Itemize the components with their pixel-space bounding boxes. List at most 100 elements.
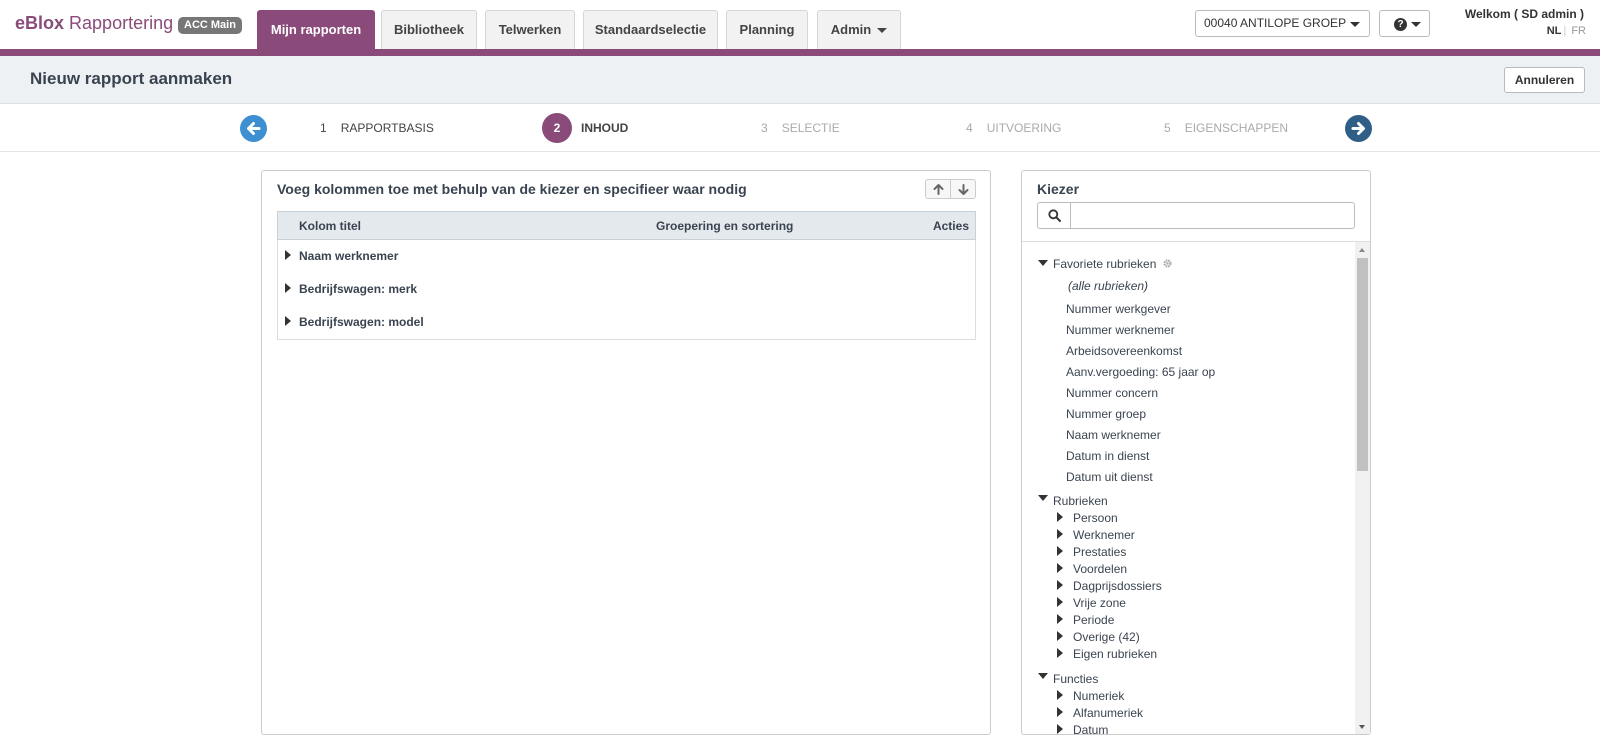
- kiezer-search: [1037, 202, 1355, 229]
- caret-down-icon[interactable]: [1038, 495, 1048, 501]
- caret-down-icon[interactable]: [1038, 673, 1048, 679]
- tab-label: Admin: [830, 22, 872, 37]
- table-row[interactable]: Bedrijfswagen: merk: [278, 273, 977, 306]
- step-label: SELECTIE: [781, 121, 840, 135]
- tab-mijn-rapporten[interactable]: Mijn rapporten: [257, 10, 375, 49]
- step-number: 5: [1164, 121, 1171, 135]
- company-select[interactable]: 00040 ANTILOPE GROEP: [1195, 10, 1370, 37]
- tree-item[interactable]: Persoon: [1073, 511, 1118, 525]
- tree-group-favorites[interactable]: Favoriete rubrieken: [1053, 257, 1173, 271]
- step-label: INHOUD: [581, 121, 629, 135]
- scroll-thumb[interactable]: [1357, 258, 1368, 471]
- table-row[interactable]: Naam werknemer: [278, 240, 977, 273]
- tab-label: Standaardselectie: [594, 22, 707, 37]
- lang-nl[interactable]: NL: [1547, 25, 1562, 37]
- tree-group-functies[interactable]: Functies: [1053, 672, 1098, 686]
- header-acties: Acties: [932, 219, 969, 233]
- page-title: Nieuw rapport aanmaken: [30, 69, 233, 88]
- tree-item[interactable]: Voordelen: [1073, 562, 1127, 576]
- step-2: INHOUD: [581, 121, 628, 135]
- language-switcher: NL | FR: [1547, 25, 1586, 37]
- help-button[interactable]: ?: [1379, 10, 1430, 37]
- caret-right-icon[interactable]: [285, 283, 291, 293]
- caret-right-icon[interactable]: [285, 250, 291, 260]
- step-1[interactable]: 1 RAPPORTBASIS: [320, 121, 434, 135]
- columns-table-header: Kolom titel Groepering en sortering Acti…: [277, 211, 976, 240]
- question-icon: ?: [1394, 18, 1407, 31]
- tree-item[interactable]: Datum in dienst: [1066, 449, 1149, 463]
- caret-right-icon[interactable]: [1057, 563, 1063, 573]
- tree-group-rubrieken[interactable]: Rubrieken: [1053, 494, 1108, 508]
- arrow-up-icon: [933, 184, 944, 195]
- caret-right-icon[interactable]: [1057, 690, 1063, 700]
- tree-item[interactable]: Overige (42): [1073, 630, 1140, 644]
- header-kolom-titel: Kolom titel: [299, 219, 361, 233]
- tree-item[interactable]: Numeriek: [1073, 689, 1124, 703]
- tree-item[interactable]: Prestaties: [1073, 545, 1126, 559]
- cancel-button[interactable]: Annuleren: [1504, 67, 1585, 93]
- tab-telwerken[interactable]: Telwerken: [485, 10, 575, 49]
- tree-item[interactable]: Nummer werknemer: [1066, 323, 1175, 337]
- step-5[interactable]: 5 EIGENSCHAPPEN: [1164, 121, 1288, 135]
- tree-item[interactable]: Nummer concern: [1066, 386, 1158, 400]
- tab-admin[interactable]: Admin: [817, 10, 901, 49]
- tree-item[interactable]: Alfanumeriek: [1073, 706, 1143, 720]
- tree-item[interactable]: Datum uit dienst: [1066, 470, 1153, 484]
- tree-item[interactable]: Dagprijsdossiers: [1073, 579, 1162, 593]
- kiezer-title: Kiezer: [1037, 181, 1080, 197]
- tree-item[interactable]: Werknemer: [1073, 528, 1135, 542]
- caret-right-icon[interactable]: [1057, 546, 1063, 556]
- step-4[interactable]: 4 UITVOERING: [966, 121, 1061, 135]
- tree-item-all[interactable]: (alle rubrieken): [1068, 279, 1148, 293]
- tree-item[interactable]: Vrije zone: [1073, 596, 1126, 610]
- app-brand[interactable]: eBlox Rapportering: [15, 13, 173, 34]
- columns-panel-title: Voeg kolommen toe met behulp van de kiez…: [277, 181, 747, 197]
- chevron-down-icon: [1411, 22, 1421, 27]
- search-button[interactable]: [1038, 203, 1071, 228]
- tree-item[interactable]: Periode: [1073, 613, 1114, 627]
- caret-right-icon[interactable]: [285, 316, 291, 326]
- tree-item[interactable]: Eigen rubrieken: [1073, 647, 1157, 661]
- tree-item[interactable]: Aanv.vergoeding: 65 jaar op: [1066, 365, 1215, 379]
- caret-down-icon[interactable]: [1038, 260, 1048, 266]
- company-select-value: 00040 ANTILOPE GROEP: [1204, 16, 1347, 30]
- tree-item[interactable]: Nummer werkgever: [1066, 302, 1171, 316]
- tab-planning[interactable]: Planning: [726, 10, 808, 49]
- tree-item[interactable]: Nummer groep: [1066, 407, 1146, 421]
- search-input[interactable]: [1072, 203, 1354, 228]
- tree-item[interactable]: Naam werknemer: [1066, 428, 1161, 442]
- caret-right-icon[interactable]: [1057, 580, 1063, 590]
- caret-right-icon[interactable]: [1057, 529, 1063, 539]
- table-row[interactable]: Bedrijfswagen: model: [278, 306, 977, 339]
- caret-right-icon[interactable]: [1057, 648, 1063, 658]
- move-up-button[interactable]: [926, 180, 951, 198]
- gear-icon[interactable]: [1162, 258, 1173, 269]
- scroll-down-icon[interactable]: [1359, 725, 1365, 729]
- move-down-button[interactable]: [951, 180, 976, 198]
- caret-right-icon[interactable]: [1057, 614, 1063, 624]
- next-step-button[interactable]: [1345, 115, 1372, 142]
- caret-right-icon[interactable]: [1057, 512, 1063, 522]
- previous-step-button[interactable]: [240, 115, 267, 142]
- search-icon: [1048, 209, 1061, 222]
- tab-bibliotheek[interactable]: Bibliotheek: [381, 10, 477, 49]
- step-number: 3: [761, 121, 768, 135]
- step-number: 4: [966, 121, 973, 135]
- caret-right-icon[interactable]: [1057, 724, 1063, 734]
- wizard-steps: 1 RAPPORTBASIS 2 INHOUD 3 SELECTIE 4 UITVOE…: [0, 104, 1600, 152]
- lang-fr[interactable]: FR: [1571, 25, 1586, 37]
- tab-standaardselectie[interactable]: Standaardselectie: [583, 10, 718, 49]
- tree-item[interactable]: Arbeidsovereenkomst: [1066, 344, 1182, 358]
- caret-right-icon[interactable]: [1057, 597, 1063, 607]
- tree-scrollbar[interactable]: [1355, 242, 1370, 734]
- step-label: RAPPORTBASIS: [340, 121, 434, 135]
- welcome-text[interactable]: Welkom ( SD admin ): [1465, 7, 1584, 21]
- tab-label: Bibliotheek: [393, 22, 465, 37]
- scroll-up-icon[interactable]: [1359, 248, 1365, 252]
- step-3[interactable]: 3 SELECTIE: [761, 121, 840, 135]
- caret-right-icon[interactable]: [1057, 631, 1063, 641]
- caret-right-icon[interactable]: [1057, 707, 1063, 717]
- tree-item[interactable]: Datum: [1073, 723, 1108, 734]
- row-label: Naam werknemer: [299, 249, 399, 263]
- page-header: Nieuw rapport aanmaken Annuleren: [0, 56, 1600, 104]
